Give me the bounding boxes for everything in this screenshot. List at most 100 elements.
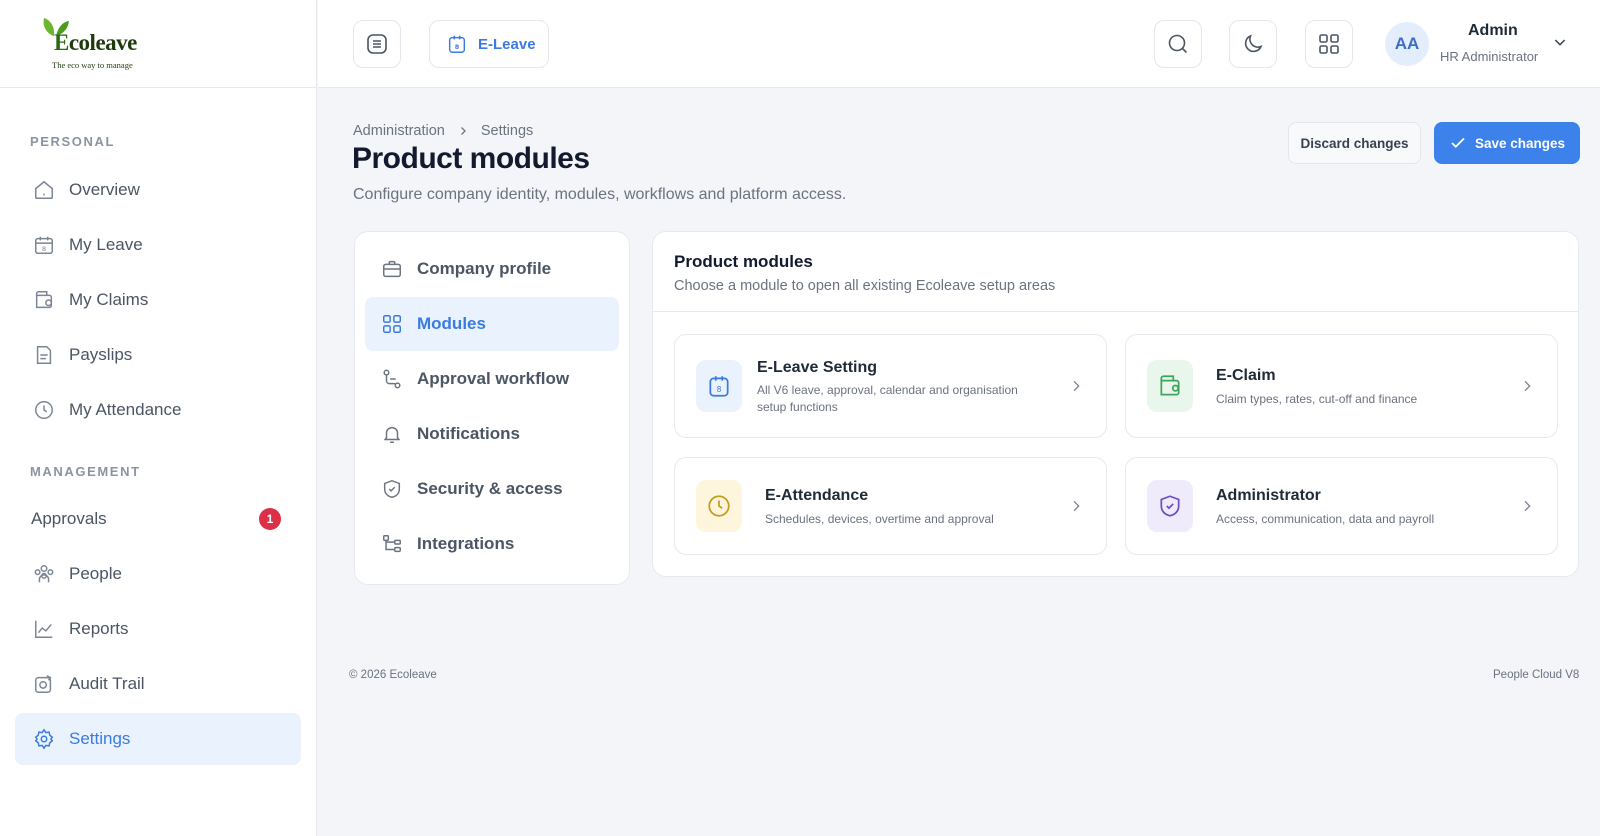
workflow-icon: [379, 366, 405, 392]
chevron-right-icon: [1068, 498, 1084, 514]
logo-wordmark: Ecoleave: [54, 30, 137, 55]
module-card-e-claim[interactable]: E-Claim Claim types, rates, cut-off and …: [1125, 334, 1558, 438]
sidebar-item-label: Audit Trail: [69, 674, 145, 693]
sidebar-item-approvals[interactable]: Approvals 1: [15, 493, 301, 545]
settings-tab-security-access[interactable]: Security & access: [365, 462, 619, 516]
e-leave-app-button[interactable]: 8 E-Leave: [429, 20, 549, 68]
sidebar-item-reports[interactable]: Reports: [15, 603, 301, 655]
sidebar-item-audit-trail[interactable]: Audit Trail: [15, 658, 301, 710]
calendar-icon: 8: [31, 232, 57, 258]
search-button[interactable]: [1154, 20, 1202, 68]
module-card-e-attendance[interactable]: E-Attendance Schedules, devices, overtim…: [674, 457, 1107, 555]
sidebar-item-label: Payslips: [69, 345, 133, 364]
user-avatar[interactable]: AA: [1385, 22, 1429, 66]
apps-button[interactable]: [1305, 20, 1353, 68]
module-description: Claim types, rates, cut-off and finance: [1216, 392, 1418, 406]
settings-tab-label: Security & access: [417, 479, 563, 498]
calendar-icon: 8: [696, 360, 742, 412]
chart-icon: [31, 616, 57, 642]
ecoleave-logo[interactable]: Ecoleave The eco way to manage: [34, 16, 150, 72]
shield-icon: [1147, 480, 1193, 532]
section-management: MANAGEMENT: [30, 464, 141, 479]
sidebar-item-label: My Claims: [69, 290, 149, 309]
modules-panel-title: Product modules: [674, 252, 813, 271]
module-title: Administrator: [1216, 487, 1321, 504]
breadcrumb-settings: Settings: [480, 123, 534, 139]
clock-icon: [696, 480, 742, 532]
sidebar-item-label: Settings: [69, 729, 131, 748]
settings-tab-label: Company profile: [417, 259, 552, 278]
sidebar-item-label: Approvals: [31, 509, 107, 528]
sidebar: Ecoleave The eco way to manage PERSONAL …: [0, 0, 317, 836]
e-leave-label: E-Leave: [478, 35, 536, 53]
save-changes-button[interactable]: Save changes: [1434, 122, 1580, 164]
sidebar-item-label: People: [69, 564, 122, 583]
gear-icon: [31, 726, 57, 752]
chevron-right-icon: [1519, 498, 1535, 514]
logo-tagline: The eco way to manage: [52, 60, 133, 70]
module-description: Schedules, devices, overtime and approva…: [765, 512, 994, 526]
module-description: All V6 leave, approval, calendar and org…: [757, 383, 1018, 414]
settings-tab-approval-workflow[interactable]: Approval workflow: [365, 352, 619, 406]
sidebar-item-my-claims[interactable]: My Claims: [15, 274, 301, 326]
search-icon: [1166, 32, 1190, 56]
modules-panel: Product modules Choose a module to open …: [652, 231, 1579, 577]
integration-icon: [379, 531, 405, 557]
settings-tab-label: Approval workflow: [417, 369, 570, 388]
svg-text:8: 8: [42, 245, 46, 253]
approvals-count-badge: 1: [259, 508, 281, 530]
sidebar-item-label: My Attendance: [69, 400, 182, 419]
save-changes-label: Save changes: [1474, 135, 1566, 151]
briefcase-icon: [379, 256, 405, 282]
sidebar-item-my-leave[interactable]: 8 My Leave: [15, 219, 301, 271]
theme-toggle-button[interactable]: [1229, 20, 1277, 68]
chevron-right-icon: [1068, 378, 1084, 394]
user-name: Admin: [1468, 22, 1518, 39]
sidebar-item-my-attendance[interactable]: My Attendance: [15, 384, 301, 436]
settings-tab-modules[interactable]: Modules: [365, 297, 619, 351]
sidebar-item-label: Overview: [69, 180, 140, 199]
section-personal: PERSONAL: [30, 134, 116, 149]
calendar-icon: 8: [446, 33, 468, 55]
settings-tab-company-profile[interactable]: Company profile: [365, 242, 619, 296]
grid-icon: [379, 311, 405, 337]
settings-tab-integrations[interactable]: Integrations: [365, 517, 619, 571]
sidebar-item-overview[interactable]: Overview: [15, 164, 301, 216]
clock-icon: [31, 397, 57, 423]
page-subtitle: Configure company identity, modules, wor…: [353, 186, 847, 203]
home-icon: [31, 177, 57, 203]
menu-icon: [365, 32, 389, 56]
module-card-administrator[interactable]: Administrator Access, communication, dat…: [1125, 457, 1558, 555]
chevron-right-icon: [1519, 378, 1535, 394]
bell-icon: [379, 421, 405, 447]
settings-tab-label: Integrations: [417, 534, 515, 553]
user-role: HR Administrator: [1440, 49, 1539, 64]
module-title: E-Leave Setting: [757, 359, 878, 376]
module-title: E-Attendance: [765, 487, 869, 504]
discard-changes-button[interactable]: Discard changes: [1288, 122, 1421, 164]
page-title: Product modules: [352, 142, 590, 175]
settings-tab-label: Modules: [417, 314, 486, 333]
menu-toggle-button[interactable]: [353, 20, 401, 68]
settings-tab-label: Notifications: [417, 424, 520, 443]
svg-text:8: 8: [717, 385, 722, 394]
modules-panel-subtitle: Choose a module to open all existing Eco…: [674, 278, 1056, 294]
settings-tab-notifications[interactable]: Notifications: [365, 407, 619, 461]
check-icon: [1449, 134, 1467, 152]
module-description: Access, communication, data and payroll: [1216, 512, 1435, 526]
sidebar-item-label: My Leave: [69, 235, 143, 254]
wallet-icon: [1147, 360, 1193, 412]
settings-menu: Company profile Modules Approval workflo…: [354, 231, 630, 585]
module-title: E-Claim: [1216, 367, 1276, 384]
chevron-right-icon: [457, 125, 469, 137]
sidebar-item-people[interactable]: People: [15, 548, 301, 600]
modules-panel-header: Product modules Choose a module to open …: [653, 232, 1578, 312]
sidebar-item-payslips[interactable]: Payslips: [15, 329, 301, 381]
sidebar-item-settings[interactable]: Settings: [15, 713, 301, 765]
footer-version: People Cloud V8: [1493, 669, 1580, 681]
chevron-down-icon[interactable]: [1552, 34, 1568, 55]
breadcrumb-administration[interactable]: Administration: [353, 123, 445, 139]
topbar: 8 E-Leave AA Admin HR Administrator: [318, 0, 1600, 88]
module-card-e-leave-setting[interactable]: 8 E-Leave Setting All V6 leave, approval…: [674, 334, 1107, 438]
document-icon: [31, 342, 57, 368]
